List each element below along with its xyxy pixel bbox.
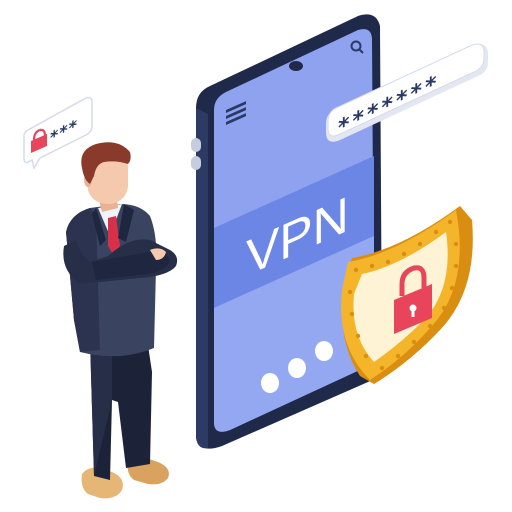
vpn-security-illustration: VPN ******* *** xyxy=(23,14,488,499)
front-camera xyxy=(289,61,303,71)
volume-down-button[interactable] xyxy=(191,156,201,170)
businessman xyxy=(63,142,178,499)
volume-up-button[interactable] xyxy=(191,138,201,152)
smartphone: VPN xyxy=(191,14,382,449)
